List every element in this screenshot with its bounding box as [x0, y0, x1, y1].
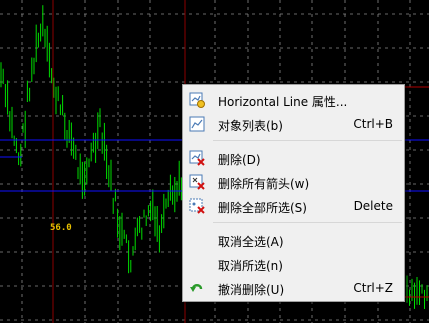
menu-item-label: 取消所选(n)	[218, 259, 283, 273]
menu-item-undo-delete[interactable]: 撤消删除(U) Ctrl+Z	[183, 277, 404, 299]
undo-icon	[189, 280, 205, 296]
menu-item-label: 删除(D)	[218, 153, 261, 167]
menu-separator	[213, 222, 402, 223]
menu-item-shortcut: Delete	[353, 199, 393, 213]
delete-selected-icon	[189, 198, 205, 214]
price-label: 56.0	[50, 223, 72, 233]
menu-item-deselect[interactable]: 取消所选(n)	[183, 253, 404, 275]
menu-item-delete[interactable]: 删除(D)	[183, 147, 404, 169]
delete-icon	[189, 150, 205, 166]
object-list-icon	[189, 116, 205, 132]
menu-item-properties[interactable]: Horizontal Line 属性...	[183, 89, 404, 111]
menu-item-label: 删除所有箭头(w)	[218, 177, 310, 191]
menu-separator	[213, 140, 402, 141]
menu-item-label: Horizontal Line 属性...	[218, 95, 348, 109]
menu-item-shortcut: Ctrl+Z	[353, 281, 393, 295]
menu-item-delete-selected[interactable]: 删除全部所选(S) Delete	[183, 195, 404, 217]
menu-item-label: 撤消删除(U)	[218, 283, 285, 297]
delete-arrows-icon	[189, 174, 205, 190]
menu-item-label: 取消全选(A)	[218, 235, 284, 249]
menu-item-shortcut: Ctrl+B	[353, 117, 393, 131]
context-menu: Horizontal Line 属性... 对象列表(b) Ctrl+B 删除(…	[182, 84, 405, 302]
line-properties-icon	[189, 92, 205, 108]
menu-item-label: 删除全部所选(S)	[218, 201, 307, 215]
menu-item-delete-arrows[interactable]: 删除所有箭头(w)	[183, 171, 404, 193]
menu-item-object-list[interactable]: 对象列表(b) Ctrl+B	[183, 113, 404, 135]
menu-item-label: 对象列表(b)	[218, 119, 283, 133]
menu-item-deselect-all[interactable]: 取消全选(A)	[183, 229, 404, 251]
